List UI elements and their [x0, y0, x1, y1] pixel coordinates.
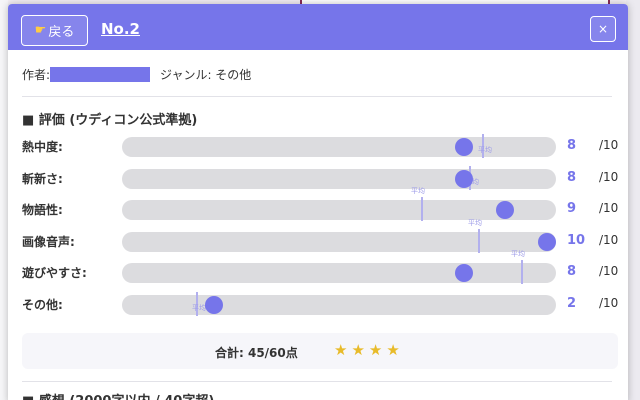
rating-max: /10 [599, 169, 619, 184]
author-label: 作者: [22, 68, 51, 82]
entry-meta: 作者: ジャンル: その他 [22, 66, 251, 83]
modal-title[interactable]: No.2 [101, 20, 140, 38]
rating-section-title: ■ 評価 (ウディコン公式準拠) [22, 113, 198, 128]
rating-score: 9 [567, 201, 577, 216]
rating-row: 遊びやすさ: 平均 8/10 [22, 250, 619, 285]
total-summary: 合計: 45/60点 ★ ★ ★ ★ [22, 333, 618, 369]
star-icon: ★ [386, 341, 400, 359]
rating-slider-track[interactable]: 平均 [122, 165, 556, 190]
average-marker [521, 260, 523, 284]
impression-section-title: ■ 感想 (2000字以内 / 40字超) [22, 390, 214, 400]
game-detail-modal: ☛ 戻る No.2 × 作者: ジャンル: その他 ■ 評価 (ウディコン公式準… [8, 4, 628, 400]
average-label: 平均 [468, 218, 482, 227]
rating-max: /10 [599, 295, 619, 310]
rating-label: その他: [22, 297, 63, 312]
meta-divider [22, 96, 612, 97]
slider-knob[interactable] [455, 138, 473, 156]
rating-row: 熱中度: 平均 8/10 [22, 134, 619, 159]
rating-slider-track[interactable]: 平均 [122, 219, 556, 253]
rating-slider-track[interactable]: 平均 [122, 291, 556, 316]
average-label: 平均 [411, 187, 425, 195]
slider-knob[interactable] [496, 201, 514, 219]
average-label: 平均 [511, 250, 525, 258]
rating-row: その他: 平均 2/10 [22, 291, 619, 317]
rating-score: 10 [567, 232, 586, 248]
rating-row: 画像音声: 平均 10/10 [22, 219, 619, 254]
rating-slider-track[interactable]: 平均 [122, 187, 556, 221]
average-label: 平均 [478, 146, 492, 154]
total-score-text: 合計: 45/60点 [215, 346, 298, 360]
modal-header: ☛ 戻る No.2 × [8, 4, 628, 50]
rating-score: 8 [567, 264, 577, 279]
impression-divider [22, 381, 612, 382]
average-marker [478, 228, 480, 253]
rating-label: 熱中度: [22, 140, 63, 154]
star-icon: ★ [351, 341, 365, 359]
rating-score: 8 [567, 138, 577, 153]
slider-knob[interactable] [455, 264, 473, 282]
slider-knob[interactable] [205, 295, 223, 314]
rating-score: 8 [567, 169, 577, 185]
pointing-hand-icon: ☛ [34, 23, 47, 38]
average-label: 平均 [192, 303, 206, 312]
rating-row: 斬新さ: 平均 8/10 [22, 165, 619, 191]
rating-max: /10 [599, 232, 619, 247]
rating-slider-track[interactable]: 平均 [122, 134, 556, 158]
star-rating: ★ ★ ★ ★ [334, 341, 400, 359]
rating-label: 画像音声: [22, 234, 75, 249]
close-icon: × [597, 22, 609, 36]
background-right-edge [626, 0, 640, 400]
close-button[interactable]: × [590, 16, 616, 42]
rating-max: /10 [599, 264, 619, 278]
rating-row: 物語性: 平均 9/10 [22, 187, 619, 222]
rating-score: 2 [567, 295, 577, 311]
rating-slider-track[interactable]: 平均 [122, 250, 556, 284]
rating-label: 遊びやすさ: [22, 266, 87, 280]
slider-knob[interactable] [538, 232, 556, 251]
rating-max: /10 [599, 201, 619, 215]
back-button[interactable]: ☛ 戻る [21, 15, 88, 46]
background-left-edge [0, 0, 8, 400]
rating-label: 斬新さ: [22, 171, 63, 186]
slider-knob[interactable] [455, 169, 473, 188]
genre-text: ジャンル: その他 [160, 68, 252, 82]
rating-max: /10 [599, 138, 619, 152]
author-name-redacted [50, 67, 151, 82]
star-icon: ★ [334, 341, 348, 359]
rating-label: 物語性: [22, 203, 63, 217]
back-button-label: 戻る [48, 25, 75, 40]
average-marker [421, 197, 423, 221]
star-icon: ★ [368, 341, 383, 359]
